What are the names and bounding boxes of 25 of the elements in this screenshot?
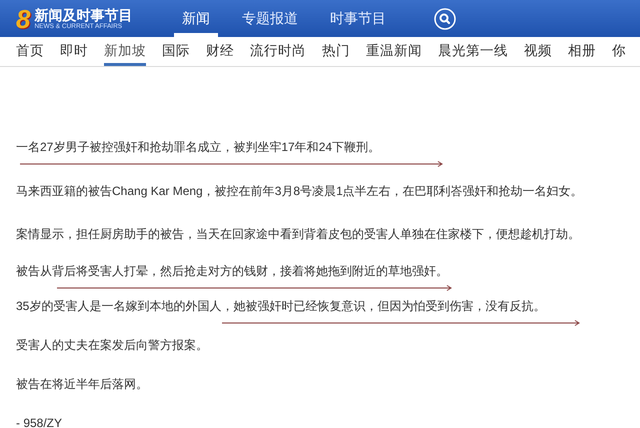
nav-link[interactable]: 热门 <box>322 37 350 66</box>
nav-link[interactable]: 流行时尚 <box>250 37 306 66</box>
header-tab[interactable]: 专题报道 <box>242 8 298 29</box>
nav-link[interactable]: 新加坡 <box>104 37 146 66</box>
article-paragraph: 被告从背后将受害人打晕，然后抢走对方的钱财，接着将她拖到附近的草地强奸。 <box>16 263 449 280</box>
nav-link[interactable]: 相册 <box>568 37 596 66</box>
article-paragraph: - 958/ZY <box>16 415 64 428</box>
header-tab[interactable]: 时事节目 <box>330 8 386 29</box>
article-paragraph: 马来西亚籍的被告Chang Kar Meng，被控在前年3月8号凌晨1点半左右，在巴耶利峇强奸和抢劫一名妇女。 <box>16 183 584 200</box>
article-paragraph: 被告在将近半年后落网。 <box>16 376 149 393</box>
site-title: 新闻及时事节目 <box>34 6 132 22</box>
article-paragraph: 受害人的丈夫在案发后向警方报案。 <box>16 337 209 354</box>
nav-link[interactable]: 即时 <box>60 37 88 66</box>
header-tab[interactable]: 新闻 <box>182 8 210 29</box>
nav-link[interactable]: 首页 <box>16 37 44 66</box>
nav-link[interactable]: 重温新闻 <box>366 37 422 66</box>
nav-link[interactable]: 晨光第一线 <box>438 37 508 66</box>
nav-link[interactable]: 视频 <box>524 37 552 66</box>
nav-link[interactable]: 你 <box>612 37 626 66</box>
article-paragraph: 35岁的受害人是一名嫁到本地的外国人，她被强奸时已经恢复意识，但因为怕受到伤害，没有反抗。 <box>16 298 546 315</box>
article-paragraph: 一名27岁男子被控强奸和抢劫罪名成立，被判坐牢17年和24下鞭刑。 <box>16 139 382 156</box>
search-icon[interactable] <box>434 8 456 30</box>
nav-link[interactable]: 财经 <box>206 37 234 66</box>
article-paragraph: 案情显示，担任厨房助手的被告，当天在回家途中看到背着皮包的受害人单独在住家楼下，便想趁机打劫。 <box>16 226 581 243</box>
nav-link[interactable]: 国际 <box>162 37 190 66</box>
